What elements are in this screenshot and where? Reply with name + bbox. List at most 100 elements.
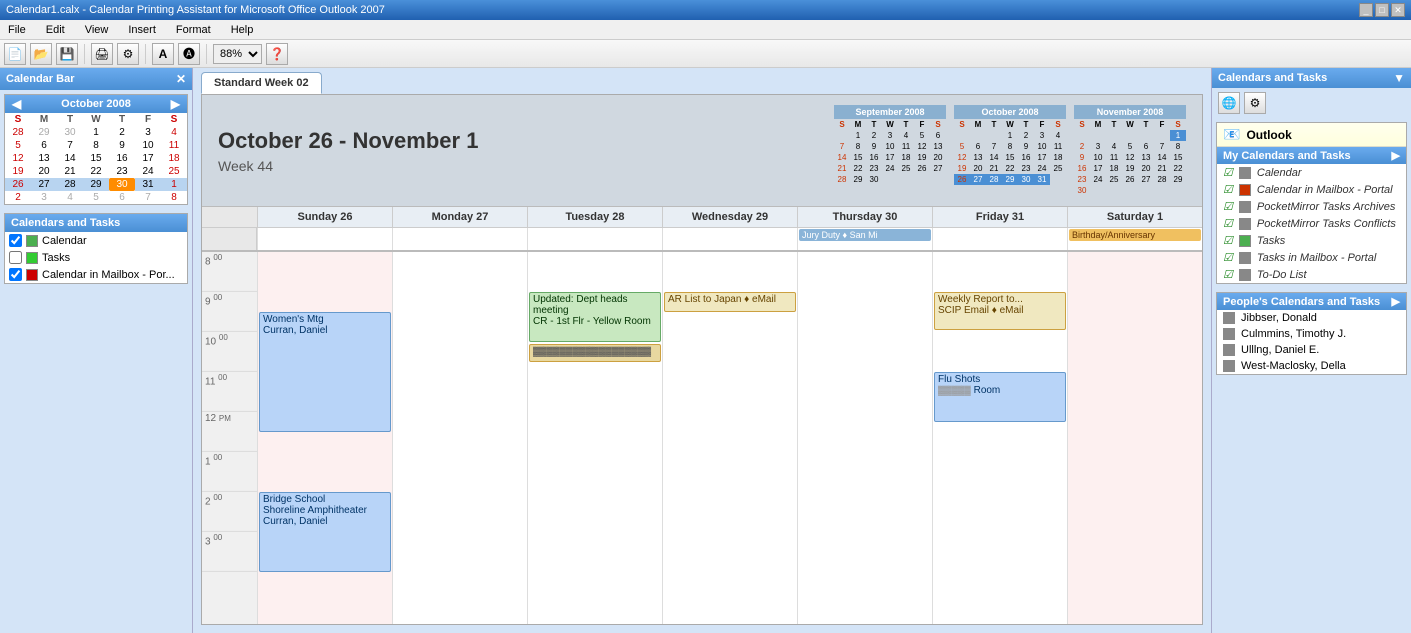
rp-item-pm-archives[interactable]: ☑ PocketMirror Tasks Archives	[1217, 198, 1406, 215]
day-6-nov[interactable]: 6	[109, 191, 135, 204]
all-day-event-jury[interactable]: Jury Duty ♦ San Mi	[799, 229, 931, 241]
day-30-sep[interactable]: 30	[57, 126, 83, 139]
rp-item-cal-mailbox[interactable]: ☑ Calendar in Mailbox - Portal	[1217, 181, 1406, 198]
day-31[interactable]: 31	[135, 178, 161, 191]
cal-checkbox-tasks[interactable]	[9, 251, 22, 264]
rp-settings-button[interactable]: ⚙	[1244, 92, 1266, 114]
menu-insert[interactable]: Insert	[124, 23, 160, 37]
day-3-nov[interactable]: 3	[31, 191, 57, 204]
mini-calendar: ◀ October 2008 ▶ S M T W T F S	[4, 94, 188, 205]
help-button[interactable]: ❓	[266, 43, 288, 65]
day-2[interactable]: 2	[109, 126, 135, 139]
save-button[interactable]: 💾	[56, 43, 78, 65]
day-4-nov[interactable]: 4	[57, 191, 83, 204]
day-6[interactable]: 6	[31, 139, 57, 152]
right-panel-dropdown-button[interactable]: ▼	[1393, 71, 1405, 85]
day-12[interactable]: 12	[5, 152, 31, 165]
menu-format[interactable]: Format	[172, 23, 215, 37]
day-28-sep[interactable]: 28	[5, 126, 31, 139]
menu-help[interactable]: Help	[227, 23, 258, 37]
menu-view[interactable]: View	[81, 23, 113, 37]
day-5[interactable]: 5	[5, 139, 31, 152]
event-dept-heads[interactable]: Updated: Dept heads meetingCR - 1st Flr …	[529, 292, 661, 342]
window-controls[interactable]: _ □ ✕	[1359, 3, 1405, 17]
day-26[interactable]: 26	[5, 178, 31, 191]
day-29[interactable]: 29	[83, 178, 109, 191]
person-donald[interactable]: Jibbser, Donald	[1217, 310, 1406, 326]
day-10[interactable]: 10	[135, 139, 161, 152]
person-daniel[interactable]: Ulllng, Daniel E.	[1217, 342, 1406, 358]
my-cal-expand[interactable]: ▶	[1392, 149, 1400, 162]
person-timothy[interactable]: Culmmins, Timothy J.	[1217, 326, 1406, 342]
day-21[interactable]: 21	[57, 165, 83, 178]
rp-item-pm-conflicts[interactable]: ☑ PocketMirror Tasks Conflicts	[1217, 215, 1406, 232]
day-16[interactable]: 16	[109, 152, 135, 165]
day-24[interactable]: 24	[135, 165, 161, 178]
rp-item-tasks[interactable]: ☑ Tasks	[1217, 232, 1406, 249]
maximize-button[interactable]: □	[1375, 3, 1389, 17]
format-button[interactable]: 🅐	[178, 43, 200, 65]
cal-checkbox-calendar[interactable]	[9, 234, 22, 247]
print2-button[interactable]: ⚙	[117, 43, 139, 65]
day-4[interactable]: 4	[161, 126, 187, 139]
bold-button[interactable]: A	[152, 43, 174, 65]
day-23[interactable]: 23	[109, 165, 135, 178]
day-28[interactable]: 28	[57, 178, 83, 191]
day-14[interactable]: 14	[57, 152, 83, 165]
day-5-nov[interactable]: 5	[83, 191, 109, 204]
day-17[interactable]: 17	[135, 152, 161, 165]
day-2-nov[interactable]: 2	[5, 191, 31, 204]
right-panel-header: Calendars and Tasks ▼	[1212, 68, 1411, 88]
event-flu-shots[interactable]: Flu Shots▓▓▓▓▓ Room	[934, 372, 1066, 422]
day-25[interactable]: 25	[161, 165, 187, 178]
minimize-button[interactable]: _	[1359, 3, 1373, 17]
sidebar-close-button[interactable]: ✕	[176, 72, 186, 86]
day-22[interactable]: 22	[83, 165, 109, 178]
day-30-today[interactable]: 30	[109, 178, 135, 191]
rp-item-todo[interactable]: ☑ To-Do List	[1217, 266, 1406, 283]
cal-item-calendar[interactable]: Calendar	[5, 232, 187, 249]
day-3[interactable]: 3	[135, 126, 161, 139]
close-button[interactable]: ✕	[1391, 3, 1405, 17]
cal-item-mailbox[interactable]: Calendar in Mailbox - Por...	[5, 266, 187, 283]
day-1-nov[interactable]: 1	[161, 178, 187, 191]
tab-standard-week[interactable]: Standard Week 02	[201, 72, 322, 94]
day-18[interactable]: 18	[161, 152, 187, 165]
event-bridge-school[interactable]: Bridge SchoolShoreline AmphitheaterCurra…	[259, 492, 391, 572]
event-weekly-report[interactable]: Weekly Report to...SCIP Email ♦ eMail	[934, 292, 1066, 330]
rp-item-calendar[interactable]: ☑ Calendar	[1217, 164, 1406, 181]
day-11[interactable]: 11	[161, 139, 187, 152]
print-button[interactable]: 🖨	[91, 43, 113, 65]
event-tue-tan[interactable]: ▓▓▓▓▓▓▓▓▓▓▓▓▓▓▓▓▓▓	[529, 344, 661, 362]
cal-checkbox-mailbox[interactable]	[9, 268, 22, 281]
day-7-nov[interactable]: 7	[135, 191, 161, 204]
menu-file[interactable]: File	[4, 23, 30, 37]
person-della[interactable]: West-Maclosky, Della	[1217, 358, 1406, 374]
day-27[interactable]: 27	[31, 178, 57, 191]
new-button[interactable]: 📄	[4, 43, 26, 65]
day-15[interactable]: 15	[83, 152, 109, 165]
event-womens-mtg[interactable]: Women's MtgCurran, Daniel	[259, 312, 391, 432]
all-day-event-birthday[interactable]: Birthday/Anniversary	[1069, 229, 1201, 241]
menu-edit[interactable]: Edit	[42, 23, 69, 37]
day-9[interactable]: 9	[109, 139, 135, 152]
day-29-sep[interactable]: 29	[31, 126, 57, 139]
sep-h-t2: T	[898, 119, 914, 130]
prev-month-button[interactable]: ◀	[9, 97, 24, 111]
people-expand[interactable]: ▶	[1392, 295, 1400, 308]
zoom-select[interactable]: 88%	[213, 44, 262, 64]
cal-item-tasks[interactable]: Tasks	[5, 249, 187, 266]
rp-item-tasks-mailbox[interactable]: ☑ Tasks in Mailbox - Portal	[1217, 249, 1406, 266]
day-8-nov[interactable]: 8	[161, 191, 187, 204]
day-7[interactable]: 7	[57, 139, 83, 152]
day-13[interactable]: 13	[31, 152, 57, 165]
open-button[interactable]: 📂	[30, 43, 52, 65]
day-8[interactable]: 8	[83, 139, 109, 152]
rp-globe-button[interactable]: 🌐	[1218, 92, 1240, 114]
day-20[interactable]: 20	[31, 165, 57, 178]
event-ar-list[interactable]: AR List to Japan ♦ eMail	[664, 292, 796, 312]
rp-label-tasks: Tasks	[1257, 235, 1285, 247]
day-19[interactable]: 19	[5, 165, 31, 178]
day-1[interactable]: 1	[83, 126, 109, 139]
next-month-button[interactable]: ▶	[168, 97, 183, 111]
